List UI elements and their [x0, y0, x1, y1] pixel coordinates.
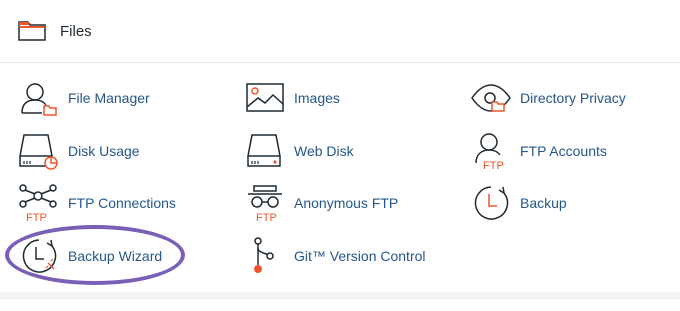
file-manager-icon: [21, 83, 57, 116]
file-manager-link[interactable]: File Manager: [18, 74, 150, 122]
image-icon: [246, 83, 284, 112]
section-title: Files: [60, 23, 92, 40]
ftp-connections-link[interactable]: FTP FTP Connections: [18, 179, 176, 227]
web-disk-icon: [247, 134, 281, 167]
file-manager-label: File Manager: [68, 90, 150, 106]
web-disk-link[interactable]: Web Disk: [244, 127, 354, 175]
disk-usage-icon: [19, 134, 58, 170]
folder-icon: [18, 21, 46, 41]
git-version-control-link[interactable]: Git™ Version Control: [244, 232, 426, 280]
git-version-control-label: Git™ Version Control: [294, 248, 426, 264]
directory-privacy-link[interactable]: Directory Privacy: [470, 74, 626, 122]
ftp-accounts-label: FTP Accounts: [520, 143, 607, 159]
images-label: Images: [294, 90, 340, 106]
disk-usage-label: Disk Usage: [68, 143, 140, 159]
ftp-connections-icon: FTP: [19, 184, 57, 224]
backup-clock-icon: [474, 186, 509, 220]
images-link[interactable]: Images: [244, 74, 340, 122]
anonymous-ftp-label: Anonymous FTP: [294, 195, 399, 211]
backup-label: Backup: [520, 195, 567, 211]
highlight-ellipse: [5, 225, 185, 285]
ftp-connections-label: FTP Connections: [68, 195, 176, 211]
ftp-user-icon: FTP: [475, 133, 504, 172]
next-section-edge: [0, 298, 680, 311]
ftp-connections-icon-text: FTP: [26, 212, 47, 224]
ftp-accounts-icon-text: FTP: [483, 160, 504, 172]
directory-privacy-label: Directory Privacy: [520, 90, 626, 106]
ftp-accounts-link[interactable]: FTP FTP Accounts: [470, 127, 607, 175]
git-icon: [254, 237, 274, 273]
eye-folder-icon: [471, 84, 511, 112]
disk-usage-link[interactable]: Disk Usage: [18, 127, 140, 175]
web-disk-label: Web Disk: [294, 143, 354, 159]
anonymous-ftp-icon-text: FTP: [256, 212, 277, 224]
anonymous-ftp-link[interactable]: FTP Anonymous FTP: [244, 179, 398, 227]
backup-link[interactable]: Backup: [470, 179, 567, 227]
anonymous-ftp-icon: FTP: [248, 185, 282, 224]
section-header: Files: [0, 0, 680, 63]
